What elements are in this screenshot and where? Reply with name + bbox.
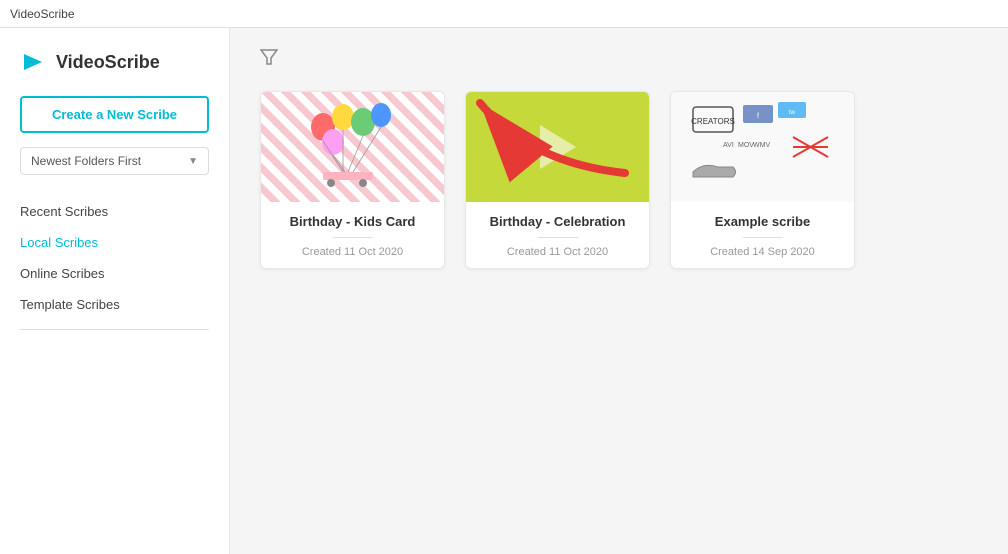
card-title-birthday-celebration: Birthday - Celebration [490, 214, 626, 229]
card-divider-2 [538, 237, 578, 238]
card-divider-3 [743, 237, 783, 238]
sidebar-item-local[interactable]: Local Scribes [20, 228, 209, 259]
card-date-birthday-celebration: Created 11 Oct 2020 [507, 246, 608, 258]
sidebar: VideoScribe Create a New Scribe Newest F… [0, 28, 230, 554]
create-new-scribe-button[interactable]: Create a New Scribe [20, 96, 209, 133]
nav-divider [20, 329, 209, 330]
cards-grid: Birthday - Kids Card Created 11 Oct 2020… [260, 91, 978, 269]
chevron-down-icon: ▼ [188, 156, 198, 167]
card-title-example: Example scribe [715, 214, 810, 229]
title-bar: VideoScribe [0, 0, 1008, 28]
card-title-birthday-kids: Birthday - Kids Card [290, 214, 416, 229]
card-body-example: Example scribe Created 14 Sep 2020 [671, 202, 854, 268]
scribe-card-example[interactable]: CREATORS f tw AVI MOV WMV [670, 91, 855, 269]
title-bar-text: VideoScribe [10, 7, 75, 21]
card-divider [333, 237, 373, 238]
play-icon [540, 125, 576, 169]
main-content: Birthday - Kids Card Created 11 Oct 2020… [230, 28, 1008, 554]
card-thumbnail-example: CREATORS f tw AVI MOV WMV [671, 92, 854, 202]
card-body-birthday-kids: Birthday - Kids Card Created 11 Oct 2020 [261, 202, 444, 268]
svg-text:AVI: AVI [723, 142, 734, 149]
filter-icon-area[interactable] [260, 48, 978, 71]
app-body: VideoScribe Create a New Scribe Newest F… [0, 28, 1008, 554]
card-thumbnail-birthday-kids [261, 92, 444, 202]
scribe-card-birthday-celebration[interactable]: Birthday - Celebration Created 11 Oct 20… [465, 91, 650, 269]
filter-icon[interactable] [260, 48, 278, 66]
svg-text:f: f [757, 113, 759, 120]
card-date-example: Created 14 Sep 2020 [710, 246, 815, 258]
sidebar-item-template[interactable]: Template Scribes [20, 290, 209, 321]
scribe-card-birthday-kids[interactable]: Birthday - Kids Card Created 11 Oct 2020 [260, 91, 445, 269]
svg-text:CREATORS: CREATORS [691, 117, 735, 126]
svg-text:tw: tw [789, 110, 796, 116]
logo-area: VideoScribe [20, 48, 209, 76]
card-thumbnail-birthday-celebration [466, 92, 649, 202]
sort-dropdown[interactable]: Newest Folders First ▼ [20, 147, 209, 175]
svg-text:MOV: MOV [738, 142, 754, 149]
svg-text:WMV: WMV [753, 142, 770, 149]
card-date-birthday-kids: Created 11 Oct 2020 [302, 246, 403, 258]
example-scribe-thumbnail: CREATORS f tw AVI MOV WMV [683, 97, 843, 197]
balloons-decoration [293, 97, 413, 197]
nav-section: Recent Scribes Local Scribes Online Scri… [20, 197, 209, 321]
logo-text: VideoScribe [56, 52, 160, 73]
card-body-birthday-celebration: Birthday - Celebration Created 11 Oct 20… [466, 202, 649, 268]
sort-label: Newest Folders First [31, 154, 141, 168]
sidebar-item-online[interactable]: Online Scribes [20, 259, 209, 290]
sidebar-item-recent[interactable]: Recent Scribes [20, 197, 209, 228]
videoscribe-logo-icon [20, 48, 48, 76]
